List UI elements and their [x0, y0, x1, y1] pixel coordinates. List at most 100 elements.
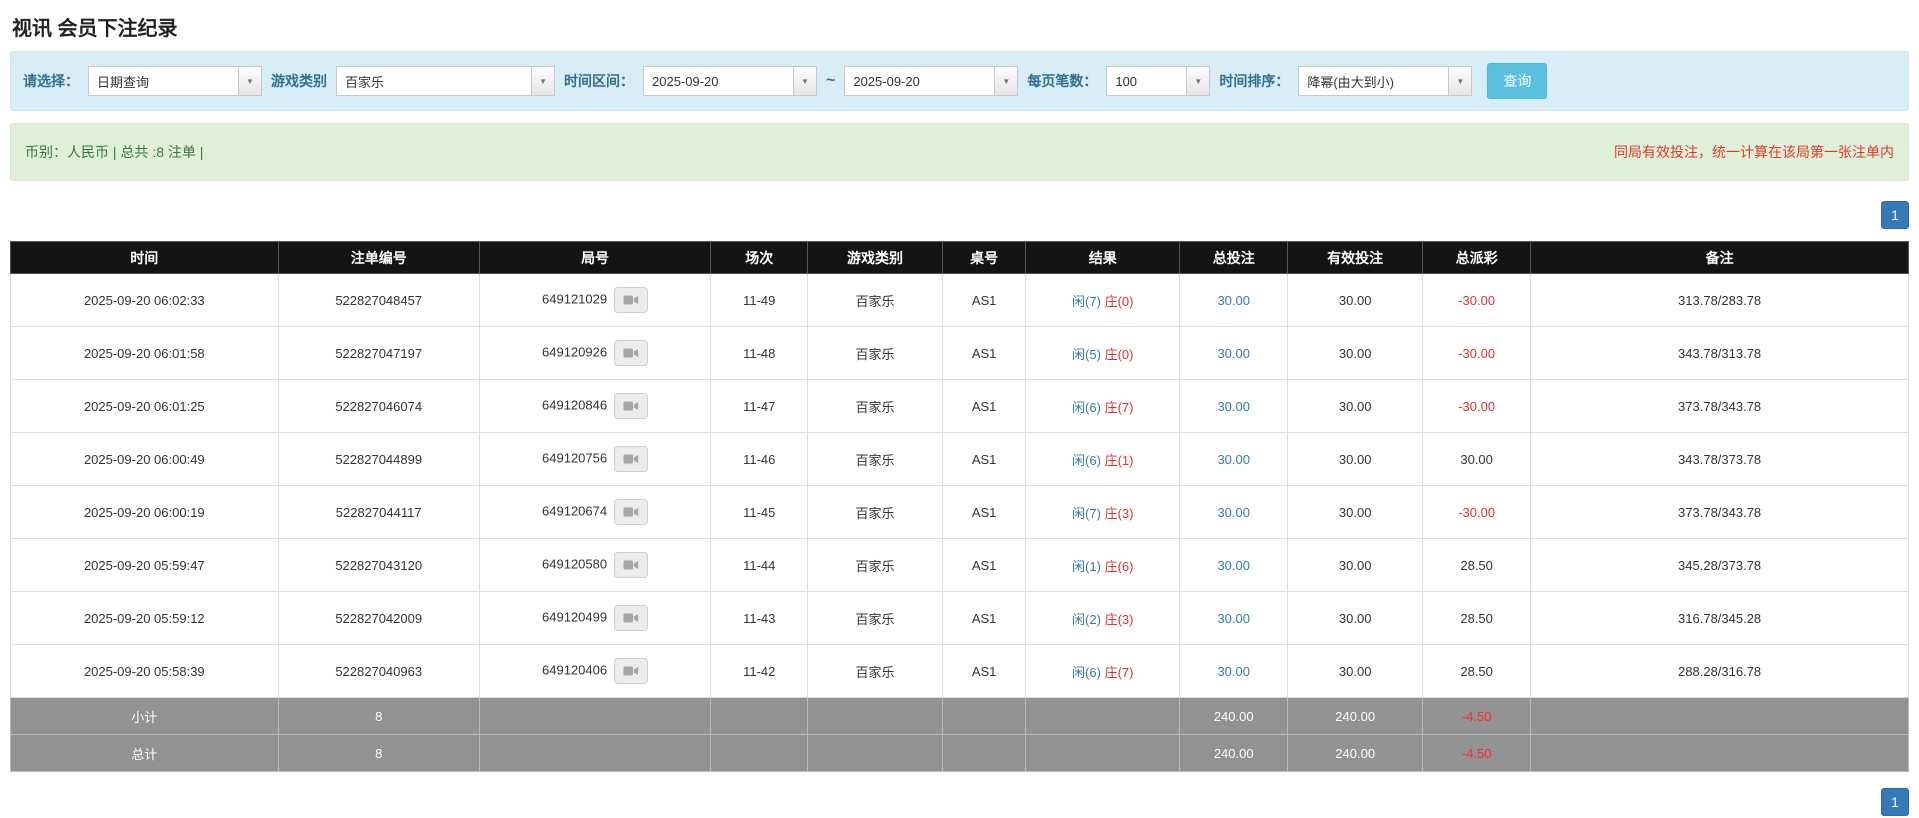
total-bet-link[interactable]: 30.00 — [1217, 611, 1250, 626]
total-bet-link[interactable]: 30.00 — [1217, 664, 1250, 679]
banker-result: 庄(7) — [1104, 399, 1134, 415]
table-row: 2025-09-20 05:59:47 522827043120 649120580… — [10, 538, 1909, 592]
column-header: 备注 — [1530, 241, 1909, 274]
query-type-input[interactable] — [88, 66, 238, 96]
summary-cell — [478, 734, 712, 772]
summary-label-cell: 小计 — [10, 697, 279, 735]
payout-total: -4.50 — [1461, 708, 1492, 724]
chevron-down-icon[interactable]: ▼ — [994, 66, 1019, 96]
date-from-select[interactable]: ▼ — [643, 66, 817, 96]
page-size-select[interactable]: ▼ — [1106, 66, 1211, 96]
banker-result: 庄(0) — [1104, 346, 1134, 362]
total-bet-link[interactable]: 30.00 — [1217, 293, 1250, 308]
total-bet-link[interactable]: 30.00 — [1217, 399, 1250, 414]
payout-value: -30.00 — [1458, 504, 1496, 520]
table-row: 2025-09-20 06:00:19 522827044117 649120674… — [10, 485, 1909, 539]
payout-value: 28.50 — [1460, 557, 1493, 573]
chevron-down-icon[interactable]: ▼ — [793, 66, 817, 96]
column-header: 结果 — [1025, 241, 1181, 274]
valid-bet-cell: 30.00 — [1287, 432, 1424, 486]
time-cell: 2025-09-20 05:58:39 — [10, 644, 279, 698]
summary-bar: 币别：人民币 | 总共 :8 注单 | 同局有效投注，统一计算在该局第一张注单内 — [10, 123, 1909, 181]
result-cell: 闲(5) 庄(0) — [1025, 326, 1181, 380]
game-type-select[interactable]: ▼ — [336, 66, 555, 96]
video-camera-icon[interactable] — [614, 499, 649, 525]
date-to-select[interactable]: ▼ — [844, 66, 1019, 96]
table-footer: 小计 8 240.00 240.00 -4.50 总计 8 240.00 240.00 -4.50 — [10, 697, 1909, 772]
page-button-1[interactable]: 1 — [1881, 788, 1909, 816]
player-result: 闲(1) — [1072, 558, 1101, 574]
note-cell: 343.78/373.78 — [1530, 432, 1909, 486]
table-row: 2025-09-20 05:59:12 522827042009 649120499… — [10, 591, 1909, 645]
payout-value: 30.00 — [1460, 451, 1493, 467]
valid-bet-cell: 30.00 — [1287, 273, 1424, 327]
time-cell: 2025-09-20 06:01:25 — [10, 379, 279, 433]
game-type-cell: 百家乐 — [807, 379, 943, 433]
result-cell: 闲(2) 庄(3) — [1025, 591, 1181, 645]
time-cell: 2025-09-20 06:00:19 — [10, 485, 279, 539]
round-number: 649120674 — [542, 503, 608, 519]
chevron-down-icon[interactable]: ▼ — [238, 66, 262, 96]
total-bet-link[interactable]: 30.00 — [1217, 346, 1250, 361]
note-cell: 373.78/343.78 — [1530, 379, 1909, 433]
date-from-input[interactable] — [643, 66, 793, 96]
game-type-cell: 百家乐 — [807, 326, 943, 380]
column-header: 有效投注 — [1287, 241, 1424, 274]
summary-cell — [478, 697, 712, 735]
video-camera-icon[interactable] — [614, 658, 649, 684]
column-header: 桌号 — [941, 241, 1027, 274]
valid-bet-cell: 30.00 — [1287, 538, 1424, 592]
sort-order-input[interactable] — [1298, 66, 1449, 96]
video-camera-icon[interactable] — [614, 552, 649, 578]
game-type-cell: 百家乐 — [807, 591, 943, 645]
page-button-1[interactable]: 1 — [1881, 201, 1909, 229]
column-header: 游戏类别 — [807, 241, 943, 274]
bet-id-cell: 522827046074 — [277, 379, 480, 433]
summary-label-cell: 总计 — [10, 734, 279, 772]
sort-order-select[interactable]: ▼ — [1298, 66, 1473, 96]
total-bet-link[interactable]: 30.00 — [1217, 505, 1250, 520]
game-type-cell: 百家乐 — [807, 485, 943, 539]
video-camera-icon[interactable] — [614, 287, 649, 313]
game-type-cell: 百家乐 — [807, 273, 943, 327]
table-row: 2025-09-20 06:02:33 522827048457 649121029… — [10, 273, 1909, 327]
column-header: 局号 — [478, 241, 712, 274]
chevron-down-icon[interactable]: ▼ — [1186, 66, 1211, 96]
summary-cell — [1025, 697, 1181, 735]
note-cell: 288.28/316.78 — [1530, 644, 1909, 698]
video-camera-icon[interactable] — [614, 393, 649, 419]
query-type-select[interactable]: ▼ — [88, 66, 262, 96]
search-button[interactable]: 查询 — [1487, 63, 1548, 99]
date-to-input[interactable] — [844, 66, 995, 96]
video-camera-icon[interactable] — [614, 446, 649, 472]
session-cell: 11-46 — [710, 432, 809, 486]
payout-value: 28.50 — [1460, 610, 1493, 626]
query-type-label: 请选择： — [23, 73, 79, 89]
game-type-input[interactable] — [336, 66, 531, 96]
note-cell: 316.78/345.28 — [1530, 591, 1909, 645]
video-camera-icon[interactable] — [614, 605, 649, 631]
column-header: 总投注 — [1179, 241, 1289, 274]
video-camera-icon[interactable] — [614, 340, 649, 366]
currency-total-text: 币别：人民币 | 总共 :8 注单 | — [25, 144, 204, 160]
time-range-label: 时间区间： — [564, 73, 634, 89]
player-result: 闲(5) — [1072, 346, 1101, 362]
table-no-cell: AS1 — [941, 644, 1027, 698]
total-bet-link[interactable]: 30.00 — [1217, 558, 1250, 573]
page-size-input[interactable] — [1106, 66, 1187, 96]
summary-cell — [1025, 734, 1181, 772]
player-result: 闲(6) — [1072, 452, 1101, 468]
payout-cell: 28.50 — [1422, 538, 1532, 592]
chevron-down-icon[interactable]: ▼ — [1448, 66, 1473, 96]
player-result: 闲(7) — [1072, 505, 1101, 521]
bet-id-cell: 522827043120 — [277, 538, 480, 592]
payout-value: -30.00 — [1458, 398, 1496, 414]
banker-result: 庄(3) — [1104, 505, 1134, 521]
time-cell: 2025-09-20 05:59:12 — [10, 591, 279, 645]
round-number: 649121029 — [542, 291, 608, 307]
summary-cell — [1530, 697, 1909, 735]
valid-bet-cell: 30.00 — [1287, 591, 1424, 645]
table-body: 2025-09-20 06:02:33 522827048457 649121029… — [10, 273, 1909, 698]
total-bet-link[interactable]: 30.00 — [1217, 452, 1250, 467]
chevron-down-icon[interactable]: ▼ — [531, 66, 555, 96]
